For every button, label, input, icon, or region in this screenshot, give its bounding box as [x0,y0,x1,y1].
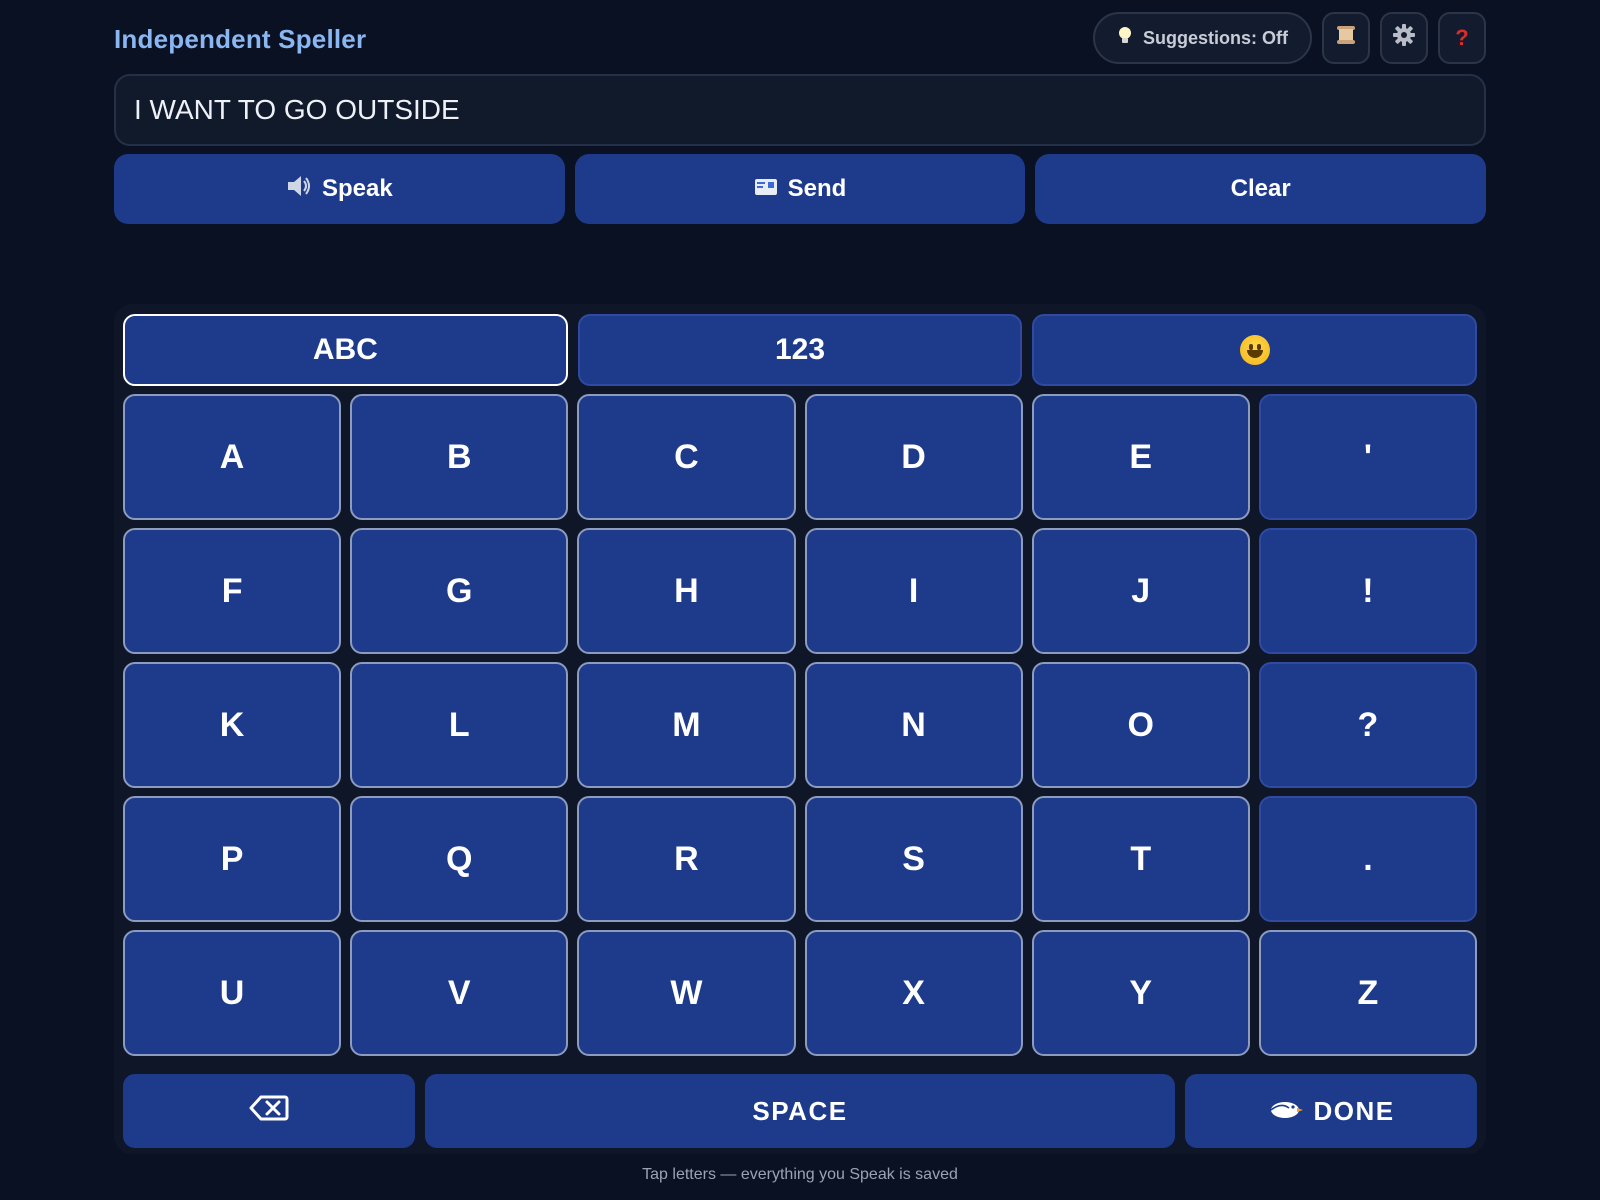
keyboard-mode-tabs: ABC 123 [123,314,1478,386]
letter-key[interactable]: V [350,930,569,1056]
send-button[interactable]: Send [574,154,1026,224]
tab-123-label: 123 [774,333,826,366]
letter-key[interactable]: P [123,796,342,922]
letter-key[interactable]: G [350,528,569,654]
letter-key[interactable]: O [1031,662,1250,788]
message-text: I WANT TO GO OUTSIDE [134,94,460,125]
letter-key[interactable]: S [804,796,1023,922]
suggestions-toggle-button[interactable]: Suggestions: Off [1093,12,1312,64]
letter-key-grid: A B C D E ' F G H I J! K L M N O? P Q R S T. U V W X Y Z [123,394,1477,1056]
letter-key[interactable]: X [804,930,1023,1056]
help-button[interactable]: ? [1438,12,1486,64]
app-title: Independent Speller [114,24,367,54]
space-label: SPACE [752,1095,848,1126]
letter-key[interactable]: K [123,662,342,788]
letter-key[interactable]: R [577,796,796,922]
gear-icon [1392,23,1416,53]
footer-note: Tap letters — everything you Speak is sa… [642,1166,958,1183]
speaker-icon [286,174,312,205]
question-icon: ? [1455,25,1469,50]
tab-abc-label: ABC [312,333,378,366]
app-root: Independent Speller Suggestions: Off ? I… [114,0,1487,1200]
header-bar: Independent Speller Suggestions: Off ? [114,12,1486,68]
speak-label: Speak [321,175,393,202]
letter-key[interactable]: T [1031,796,1250,922]
bird-icon [1267,1096,1304,1127]
letter-key[interactable]: N [804,662,1023,788]
letter-key[interactable]: W [577,930,796,1056]
clear-label: Clear [1230,175,1291,202]
letter-key[interactable]: I [804,528,1023,654]
letter-key[interactable]: F [123,528,342,654]
emoji-smiley-icon [1239,335,1270,365]
send-label: Send [787,175,847,202]
lightbulb-icon [1117,26,1133,51]
scroll-icon [1334,23,1358,53]
punctuation-key[interactable]: ? [1258,662,1477,788]
header-controls: Suggestions: Off ? [1093,12,1486,64]
backspace-icon [249,1094,289,1129]
letter-key[interactable]: U [123,930,342,1056]
done-button[interactable]: DONE [1185,1074,1477,1148]
history-button[interactable] [1322,12,1370,64]
letter-key[interactable]: E [1031,394,1250,520]
punctuation-key[interactable]: . [1258,796,1477,922]
letter-key[interactable]: J [1031,528,1250,654]
letter-key[interactable]: D [804,394,1023,520]
settings-button[interactable] [1380,12,1428,64]
tab-abc[interactable]: ABC [123,314,568,386]
letter-key[interactable]: H [577,528,796,654]
tab-123[interactable]: 123 [577,314,1023,386]
letter-key[interactable]: Q [350,796,569,922]
letter-key[interactable]: C [577,394,796,520]
tab-emoji[interactable] [1032,314,1478,386]
message-display[interactable]: I WANT TO GO OUTSIDE [114,74,1486,146]
space-button[interactable]: SPACE [425,1074,1175,1148]
backspace-button[interactable] [123,1074,415,1148]
punctuation-key[interactable]: ' [1258,394,1477,520]
keyboard: ABC 123 A B C D E ' F G H I J! K L M N O? P Q R S T. U V W X Y Z [114,304,1486,1154]
letter-key[interactable]: B [350,394,569,520]
suggestions-label: Suggestions: Off [1143,27,1288,48]
action-row: Speak Send Clear [114,154,1487,224]
keyboard-bottom-row: SPACE DONE [123,1074,1477,1148]
clear-button[interactable]: Clear [1035,154,1487,224]
punctuation-key[interactable]: ! [1258,528,1477,654]
envelope-icon [754,175,778,203]
letter-key[interactable]: M [577,662,796,788]
speak-button[interactable]: Speak [114,154,565,224]
letter-key[interactable]: Z [1258,930,1477,1056]
letter-key[interactable]: A [123,394,342,520]
letter-key[interactable]: L [350,662,569,788]
done-label: DONE [1313,1095,1395,1126]
letter-key[interactable]: Y [1031,930,1250,1056]
